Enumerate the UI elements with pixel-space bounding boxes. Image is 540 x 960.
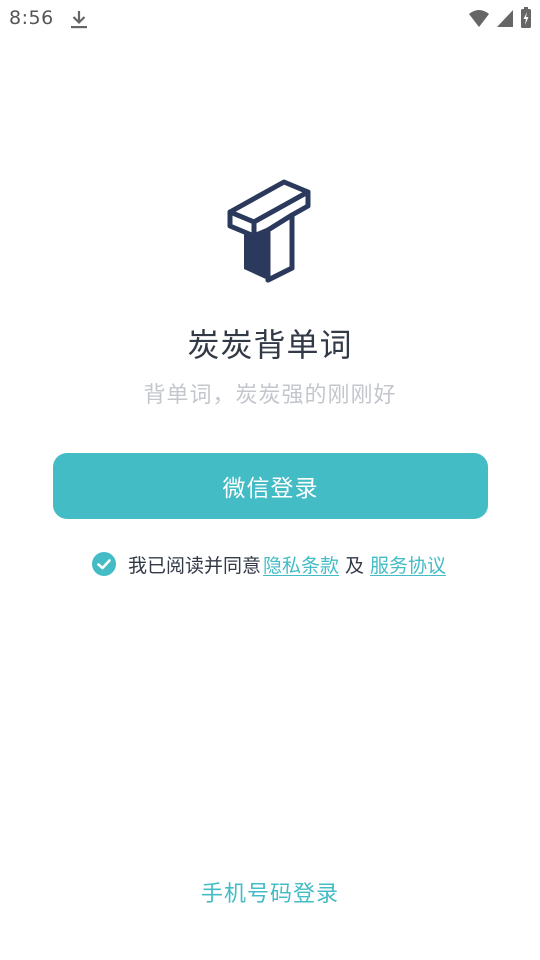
phone-login-link[interactable]: 手机号码登录: [0, 876, 540, 908]
agreement-text: 我已阅读并同意: [127, 554, 261, 577]
privacy-policy-link[interactable]: 隐私条款: [263, 551, 339, 578]
download-icon: [71, 11, 87, 29]
wifi-icon: [469, 10, 489, 27]
app-slogan: 背单词，炭炭强的刚刚好: [143, 383, 397, 408]
status-time: 8:56: [9, 7, 54, 29]
agreement-row: 我已阅读并同意 隐私条款 及 服务协议: [0, 548, 540, 580]
wechat-login-button[interactable]: 微信登录: [53, 453, 488, 519]
tanta-logo-icon: [227, 179, 311, 283]
status-bar: 8:56: [0, 0, 540, 36]
status-icons: [468, 7, 532, 29]
app-title: 炭炭背单词: [187, 326, 353, 364]
service-agreement-link[interactable]: 服务协议: [370, 551, 446, 578]
agreement-checkbox-icon[interactable]: [91, 552, 116, 576]
battery-charging-icon: [521, 7, 531, 28]
signal-icon: [497, 10, 513, 27]
agreement-and-text: 及: [345, 554, 365, 577]
